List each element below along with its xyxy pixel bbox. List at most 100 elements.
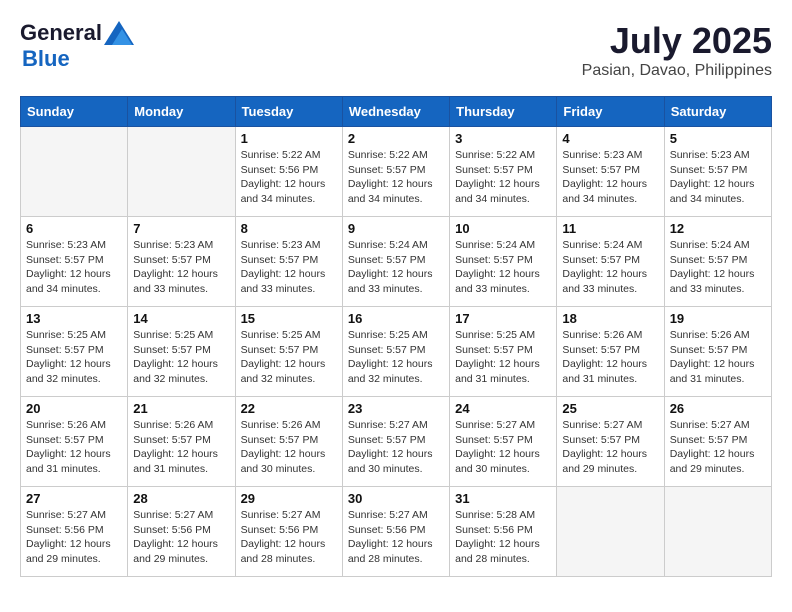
header-saturday: Saturday <box>664 97 771 127</box>
header-friday: Friday <box>557 97 664 127</box>
day-info: Sunrise: 5:26 AMSunset: 5:57 PMDaylight:… <box>133 418 229 477</box>
day-number: 25 <box>562 401 658 416</box>
day-number: 2 <box>348 131 444 146</box>
day-number: 22 <box>241 401 337 416</box>
day-number: 28 <box>133 491 229 506</box>
day-number: 4 <box>562 131 658 146</box>
day-number: 1 <box>241 131 337 146</box>
header-wednesday: Wednesday <box>342 97 449 127</box>
table-cell: 29Sunrise: 5:27 AMSunset: 5:56 PMDayligh… <box>235 487 342 577</box>
day-info: Sunrise: 5:25 AMSunset: 5:57 PMDaylight:… <box>133 328 229 387</box>
day-info: Sunrise: 5:24 AMSunset: 5:57 PMDaylight:… <box>670 238 766 297</box>
day-info: Sunrise: 5:27 AMSunset: 5:56 PMDaylight:… <box>26 508 122 567</box>
week-row-5: 27 Sunrise: 5:27 AMSunset: 5:56 PMDayligh… <box>21 487 772 577</box>
table-cell: 16 Sunrise: 5:25 AMSunset: 5:57 PMDayligh… <box>342 307 449 397</box>
day-number: 9 <box>348 221 444 236</box>
table-cell: 13Sunrise: 5:25 AMSunset: 5:57 PMDayligh… <box>21 307 128 397</box>
day-info: Sunrise: 5:22 AMSunset: 5:57 PMDaylight:… <box>348 148 444 207</box>
table-cell: 1 Sunrise: 5:22 AMSunset: 5:56 PMDaylight… <box>235 127 342 217</box>
table-cell: 6 Sunrise: 5:23 AMSunset: 5:57 PMDaylight… <box>21 217 128 307</box>
header-thursday: Thursday <box>450 97 557 127</box>
header-tuesday: Tuesday <box>235 97 342 127</box>
day-number: 6 <box>26 221 122 236</box>
day-number: 5 <box>670 131 766 146</box>
table-cell: 4 Sunrise: 5:23 AMSunset: 5:57 PMDaylight… <box>557 127 664 217</box>
day-info: Sunrise: 5:27 AMSunset: 5:56 PMDaylight:… <box>241 508 337 567</box>
day-info: Sunrise: 5:25 AMSunset: 5:57 PMDaylight:… <box>348 328 444 387</box>
day-number: 12 <box>670 221 766 236</box>
day-number: 30 <box>348 491 444 506</box>
day-info: Sunrise: 5:27 AMSunset: 5:57 PMDaylight:… <box>348 418 444 477</box>
day-number: 17 <box>455 311 551 326</box>
logo-general: General <box>20 20 102 46</box>
day-info: Sunrise: 5:25 AMSunset: 5:57 PMDaylight:… <box>455 328 551 387</box>
day-number: 3 <box>455 131 551 146</box>
day-info: Sunrise: 5:24 AMSunset: 5:57 PMDaylight:… <box>348 238 444 297</box>
day-number: 21 <box>133 401 229 416</box>
table-cell: 8 Sunrise: 5:23 AMSunset: 5:57 PMDaylight… <box>235 217 342 307</box>
table-cell: 14 Sunrise: 5:25 AMSunset: 5:57 PMDayligh… <box>128 307 235 397</box>
header-monday: Monday <box>128 97 235 127</box>
day-info: Sunrise: 5:23 AMSunset: 5:57 PMDaylight:… <box>562 148 658 207</box>
table-cell <box>557 487 664 577</box>
table-cell: 28 Sunrise: 5:27 AMSunset: 5:56 PMDayligh… <box>128 487 235 577</box>
table-cell: 15 Sunrise: 5:25 AMSunset: 5:57 PMDayligh… <box>235 307 342 397</box>
calendar-header-row: Sunday Monday Tuesday Wednesday Thursday… <box>21 97 772 127</box>
week-row-2: 6 Sunrise: 5:23 AMSunset: 5:57 PMDaylight… <box>21 217 772 307</box>
day-number: 14 <box>133 311 229 326</box>
day-info: Sunrise: 5:26 AMSunset: 5:57 PMDaylight:… <box>26 418 122 477</box>
day-number: 27 <box>26 491 122 506</box>
table-cell: 11Sunrise: 5:24 AMSunset: 5:57 PMDayligh… <box>557 217 664 307</box>
day-number: 20 <box>26 401 122 416</box>
day-info: Sunrise: 5:24 AMSunset: 5:57 PMDaylight:… <box>562 238 658 297</box>
table-cell: 5 Sunrise: 5:23 AMSunset: 5:57 PMDaylight… <box>664 127 771 217</box>
table-cell: 25 Sunrise: 5:27 AMSunset: 5:57 PMDayligh… <box>557 397 664 487</box>
location: Pasian, Davao, Philippines <box>582 62 772 80</box>
day-info: Sunrise: 5:27 AMSunset: 5:57 PMDaylight:… <box>562 418 658 477</box>
day-info: Sunrise: 5:25 AMSunset: 5:57 PMDaylight:… <box>241 328 337 387</box>
day-info: Sunrise: 5:27 AMSunset: 5:57 PMDaylight:… <box>455 418 551 477</box>
day-number: 23 <box>348 401 444 416</box>
day-info: Sunrise: 5:22 AMSunset: 5:57 PMDaylight:… <box>455 148 551 207</box>
day-info: Sunrise: 5:27 AMSunset: 5:57 PMDaylight:… <box>670 418 766 477</box>
day-number: 10 <box>455 221 551 236</box>
table-cell: 19 Sunrise: 5:26 AMSunset: 5:57 PMDayligh… <box>664 307 771 397</box>
day-info: Sunrise: 5:22 AMSunset: 5:56 PMDaylight:… <box>241 148 337 207</box>
header-sunday: Sunday <box>21 97 128 127</box>
day-info: Sunrise: 5:23 AMSunset: 5:57 PMDaylight:… <box>26 238 122 297</box>
table-cell <box>664 487 771 577</box>
table-cell: 3 Sunrise: 5:22 AMSunset: 5:57 PMDaylight… <box>450 127 557 217</box>
table-cell <box>21 127 128 217</box>
day-info: Sunrise: 5:26 AMSunset: 5:57 PMDaylight:… <box>670 328 766 387</box>
logo-blue: Blue <box>22 46 70 71</box>
table-cell: 17 Sunrise: 5:25 AMSunset: 5:57 PMDayligh… <box>450 307 557 397</box>
day-info: Sunrise: 5:26 AMSunset: 5:57 PMDaylight:… <box>562 328 658 387</box>
table-cell: 9 Sunrise: 5:24 AMSunset: 5:57 PMDaylight… <box>342 217 449 307</box>
day-number: 19 <box>670 311 766 326</box>
table-cell <box>128 127 235 217</box>
table-cell: 31Sunrise: 5:28 AMSunset: 5:56 PMDayligh… <box>450 487 557 577</box>
day-info: Sunrise: 5:23 AMSunset: 5:57 PMDaylight:… <box>241 238 337 297</box>
table-cell: 22 Sunrise: 5:26 AMSunset: 5:57 PMDayligh… <box>235 397 342 487</box>
day-info: Sunrise: 5:24 AMSunset: 5:57 PMDaylight:… <box>455 238 551 297</box>
day-info: Sunrise: 5:27 AMSunset: 5:56 PMDaylight:… <box>348 508 444 567</box>
table-cell: 26Sunrise: 5:27 AMSunset: 5:57 PMDayligh… <box>664 397 771 487</box>
day-info: Sunrise: 5:25 AMSunset: 5:57 PMDaylight:… <box>26 328 122 387</box>
day-info: Sunrise: 5:23 AMSunset: 5:57 PMDaylight:… <box>670 148 766 207</box>
logo: General Blue <box>20 20 134 72</box>
week-row-3: 13Sunrise: 5:25 AMSunset: 5:57 PMDayligh… <box>21 307 772 397</box>
day-info: Sunrise: 5:27 AMSunset: 5:56 PMDaylight:… <box>133 508 229 567</box>
page-header: General Blue July 2025 Pasian, Davao, Ph… <box>20 20 772 80</box>
day-info: Sunrise: 5:26 AMSunset: 5:57 PMDaylight:… <box>241 418 337 477</box>
day-number: 8 <box>241 221 337 236</box>
calendar: Sunday Monday Tuesday Wednesday Thursday… <box>20 96 772 577</box>
month-year: July 2025 <box>582 20 772 62</box>
table-cell: 30 Sunrise: 5:27 AMSunset: 5:56 PMDayligh… <box>342 487 449 577</box>
day-number: 24 <box>455 401 551 416</box>
day-number: 16 <box>348 311 444 326</box>
day-number: 15 <box>241 311 337 326</box>
title-area: July 2025 Pasian, Davao, Philippines <box>582 20 772 80</box>
table-cell: 2 Sunrise: 5:22 AMSunset: 5:57 PMDaylight… <box>342 127 449 217</box>
week-row-4: 20 Sunrise: 5:26 AMSunset: 5:57 PMDayligh… <box>21 397 772 487</box>
day-number: 18 <box>562 311 658 326</box>
